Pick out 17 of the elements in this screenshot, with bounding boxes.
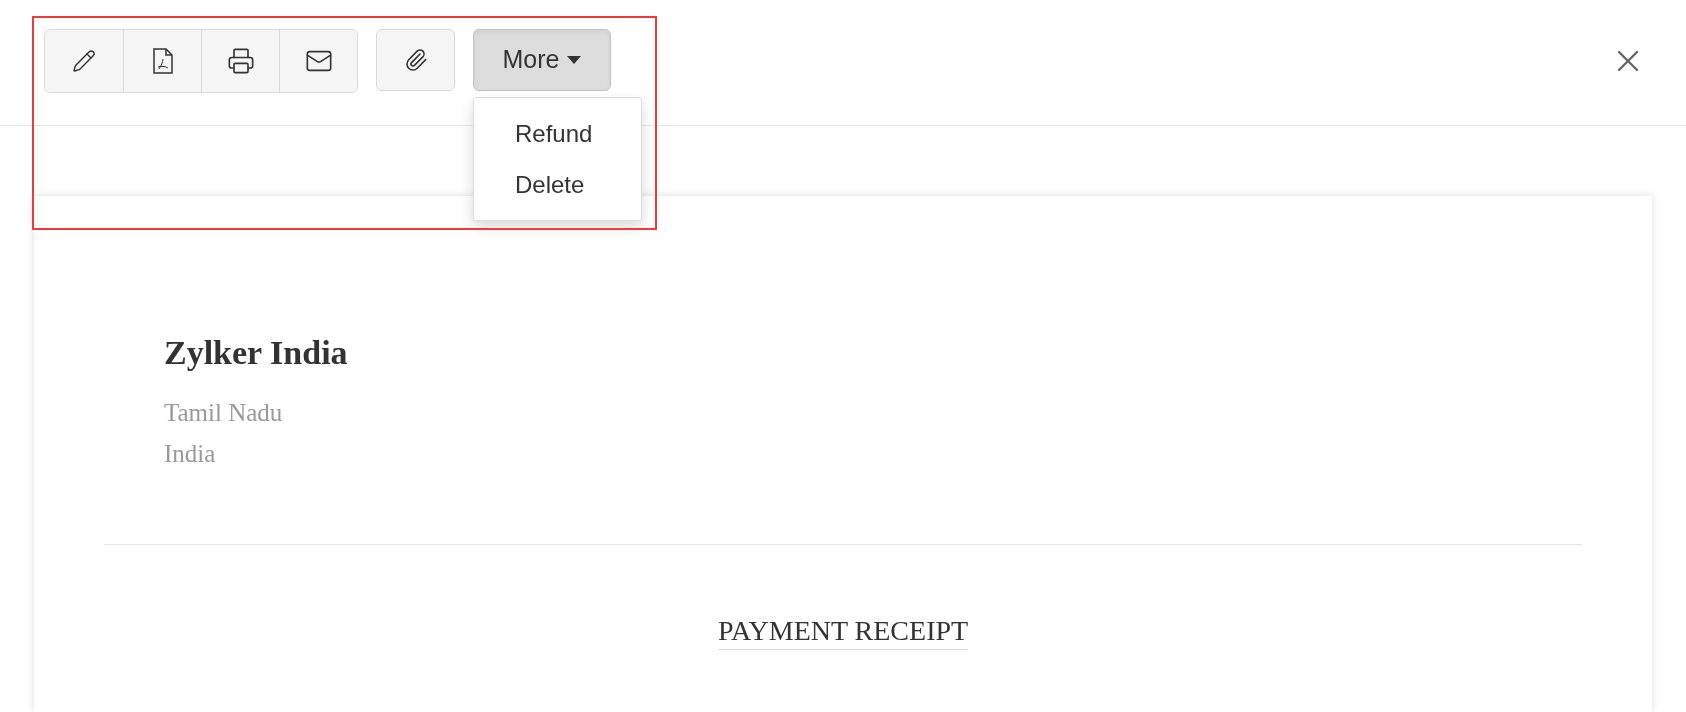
address-line: India xyxy=(164,439,217,469)
printer-icon xyxy=(226,47,255,75)
address-line: Tamil Nadu xyxy=(164,398,284,428)
email-button[interactable] xyxy=(279,30,357,92)
menu-item[interactable]: Refund xyxy=(474,108,641,159)
paperclip-icon xyxy=(403,48,428,72)
company-name: Zylker India xyxy=(164,336,349,370)
caret-icon xyxy=(567,56,582,64)
more-button[interactable]: More xyxy=(473,29,611,91)
print-button[interactable] xyxy=(201,30,279,92)
pdf-button[interactable] xyxy=(123,30,201,92)
pdf-file-icon xyxy=(152,48,173,74)
pencil-icon xyxy=(72,49,96,73)
menu-item[interactable]: Delete xyxy=(474,159,641,210)
receipt-title: PAYMENT RECEIPT xyxy=(717,617,969,650)
edit-button[interactable] xyxy=(45,30,123,92)
attach-button[interactable] xyxy=(376,29,455,91)
